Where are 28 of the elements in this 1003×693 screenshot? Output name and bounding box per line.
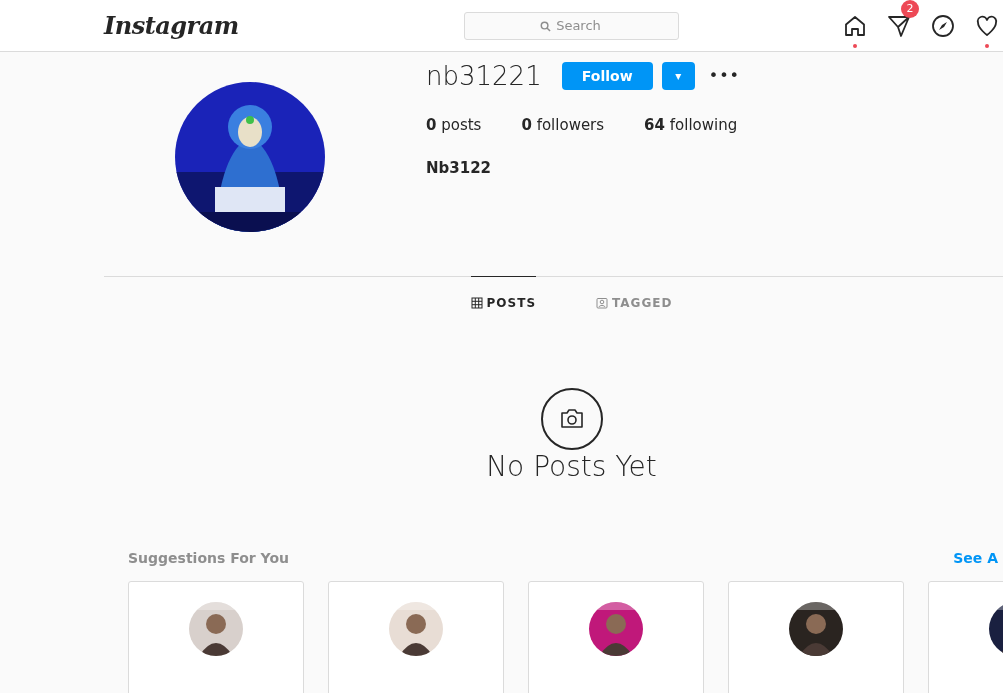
profile-stat: 0 followers [521, 115, 605, 136]
heart-icon [975, 13, 999, 38]
compass-icon [931, 13, 955, 38]
dropdown-button[interactable]: ▾ [661, 62, 695, 90]
compass-button[interactable] [931, 13, 955, 38]
heart-button[interactable] [975, 13, 999, 38]
search-icon [540, 20, 551, 32]
profile-stat: 0 posts [426, 115, 482, 136]
camera-icon [540, 388, 603, 450]
see-all-link[interactable]: See A [953, 547, 998, 569]
paper-plane-button[interactable] [887, 13, 911, 38]
logo[interactable]: Instagram [104, 7, 344, 44]
grid-icon [470, 296, 483, 309]
full-name: Nb3122 [426, 157, 493, 179]
section-title: Suggestions For You [128, 548, 290, 568]
follow-button[interactable]: Follow [561, 62, 653, 90]
more-options-button[interactable]: ••• [708, 64, 740, 88]
count-badge: 2 [901, 0, 919, 18]
profile-stat: 64 following [644, 115, 738, 136]
empty-state-title: No Posts Yet [486, 450, 657, 484]
home-button[interactable] [843, 13, 867, 38]
profile-tab[interactable]: TAGGED [596, 276, 673, 328]
username: nb31221 [426, 63, 542, 89]
profile-tab[interactable]: POSTS [470, 276, 537, 328]
person-tag-icon [596, 296, 609, 309]
paper-plane-icon [887, 13, 911, 38]
home-icon [843, 13, 867, 38]
search-field[interactable]: Search [464, 11, 679, 40]
